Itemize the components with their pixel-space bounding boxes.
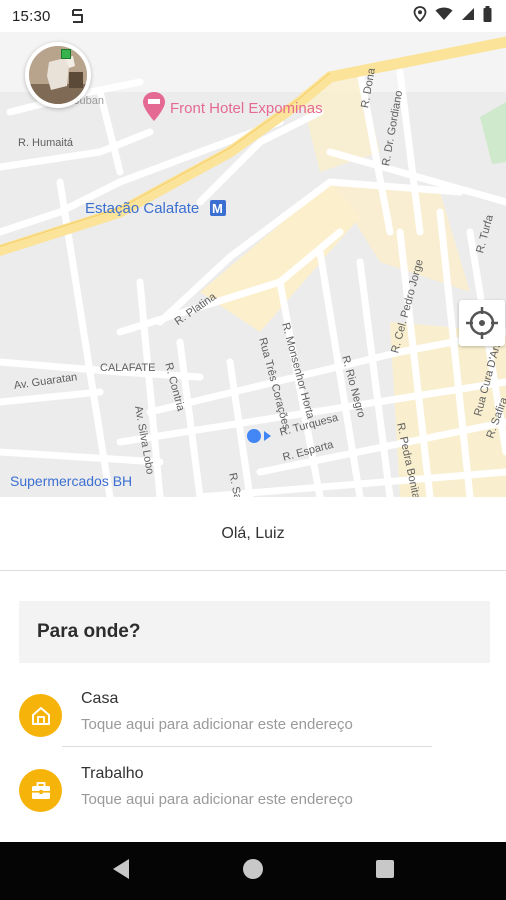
- location-icon: [413, 5, 427, 27]
- battery-icon: [483, 5, 492, 27]
- recents-button[interactable]: [365, 851, 405, 891]
- svg-text:M: M: [212, 201, 223, 216]
- place-title: Casa: [81, 690, 119, 707]
- place-subtitle: Toque aqui para adicionar este endereço: [81, 716, 353, 733]
- place-subtitle: Toque aqui para adicionar este endereço: [81, 791, 353, 808]
- home-circle-icon: [242, 858, 264, 885]
- signal-icon: [461, 7, 475, 26]
- s-notification-icon: [71, 8, 85, 24]
- home-icon: [19, 694, 62, 737]
- home-button[interactable]: [233, 851, 273, 891]
- place-item-trabalho[interactable]: Trabalho Toque aqui para adicionar este …: [0, 759, 506, 825]
- place-title: Trabalho: [81, 765, 144, 782]
- online-status-indicator: [61, 49, 71, 59]
- place-item-casa[interactable]: Casa Toque aqui para adicionar este ende…: [0, 684, 506, 750]
- destination-search-box[interactable]: Para onde?: [19, 601, 490, 663]
- map-label-supermercados: Supermercados BH: [10, 473, 133, 489]
- briefcase-icon: [19, 769, 62, 812]
- locate-me-button[interactable]: [459, 300, 505, 346]
- wifi-icon: [435, 7, 453, 26]
- recents-square-icon: [375, 859, 395, 884]
- back-button[interactable]: [101, 851, 141, 891]
- map-label-humaita: R. Humaitá: [18, 137, 74, 149]
- map-label-front-hotel: Front Hotel Expominas: [170, 100, 323, 117]
- status-bar: 15:30: [0, 0, 506, 32]
- system-nav-bar: [0, 842, 506, 900]
- status-time: 15:30: [12, 7, 51, 25]
- greeting-bar: Olá, Luiz: [0, 497, 506, 571]
- user-avatar: [29, 46, 87, 104]
- back-icon: [111, 858, 131, 885]
- map-label-calafate: CALAFATE: [100, 362, 156, 374]
- screen: 15:30 M Front Hotel Expominas Estação Ca…: [0, 0, 506, 900]
- profile-avatar-button[interactable]: [25, 42, 91, 108]
- greeting-text: Olá, Luiz: [221, 524, 285, 542]
- divider: [62, 746, 432, 747]
- destination-search-label: Para onde?: [37, 621, 141, 642]
- gps-target-icon: [465, 306, 499, 340]
- you-location-dot: [247, 429, 261, 443]
- status-icons: [413, 5, 492, 27]
- map-label-estacao: Estação Calafate: [85, 200, 200, 217]
